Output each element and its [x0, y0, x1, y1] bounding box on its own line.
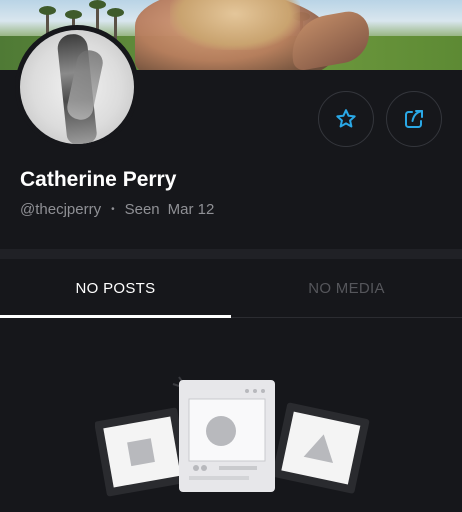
share-icon: [405, 110, 423, 128]
favorite-button[interactable]: [318, 91, 374, 147]
meta-separator: •: [111, 204, 115, 215]
cover-subject-hair: [170, 0, 300, 50]
avatar-image: [20, 30, 134, 144]
tab-posts[interactable]: NO POSTS: [0, 259, 231, 317]
seen-label: Seen: [124, 201, 160, 218]
tab-posts-label: NO POSTS: [75, 279, 156, 297]
image-card-left-icon: [95, 407, 190, 497]
tab-media[interactable]: NO MEDIA: [231, 259, 462, 317]
share-button[interactable]: [386, 91, 442, 147]
star-icon: [336, 109, 356, 128]
avatar[interactable]: [18, 28, 136, 146]
empty-state-illustration: [95, 376, 370, 497]
post-card-icon: [179, 380, 275, 492]
profile-name: Catherine Perry: [20, 168, 177, 191]
tab-media-label: NO MEDIA: [308, 279, 385, 297]
profile-tabs: NO POSTS NO MEDIA: [0, 259, 462, 318]
active-tab-indicator: [0, 315, 231, 318]
seen-date: Mar 12: [167, 201, 215, 218]
image-card-right-icon: [272, 402, 370, 494]
palm-tree: [107, 8, 124, 42]
profile-meta: @thecjperry • Seen Mar 12: [20, 201, 214, 218]
profile-handle[interactable]: @thecjperry: [20, 201, 101, 218]
section-divider: [0, 249, 462, 259]
